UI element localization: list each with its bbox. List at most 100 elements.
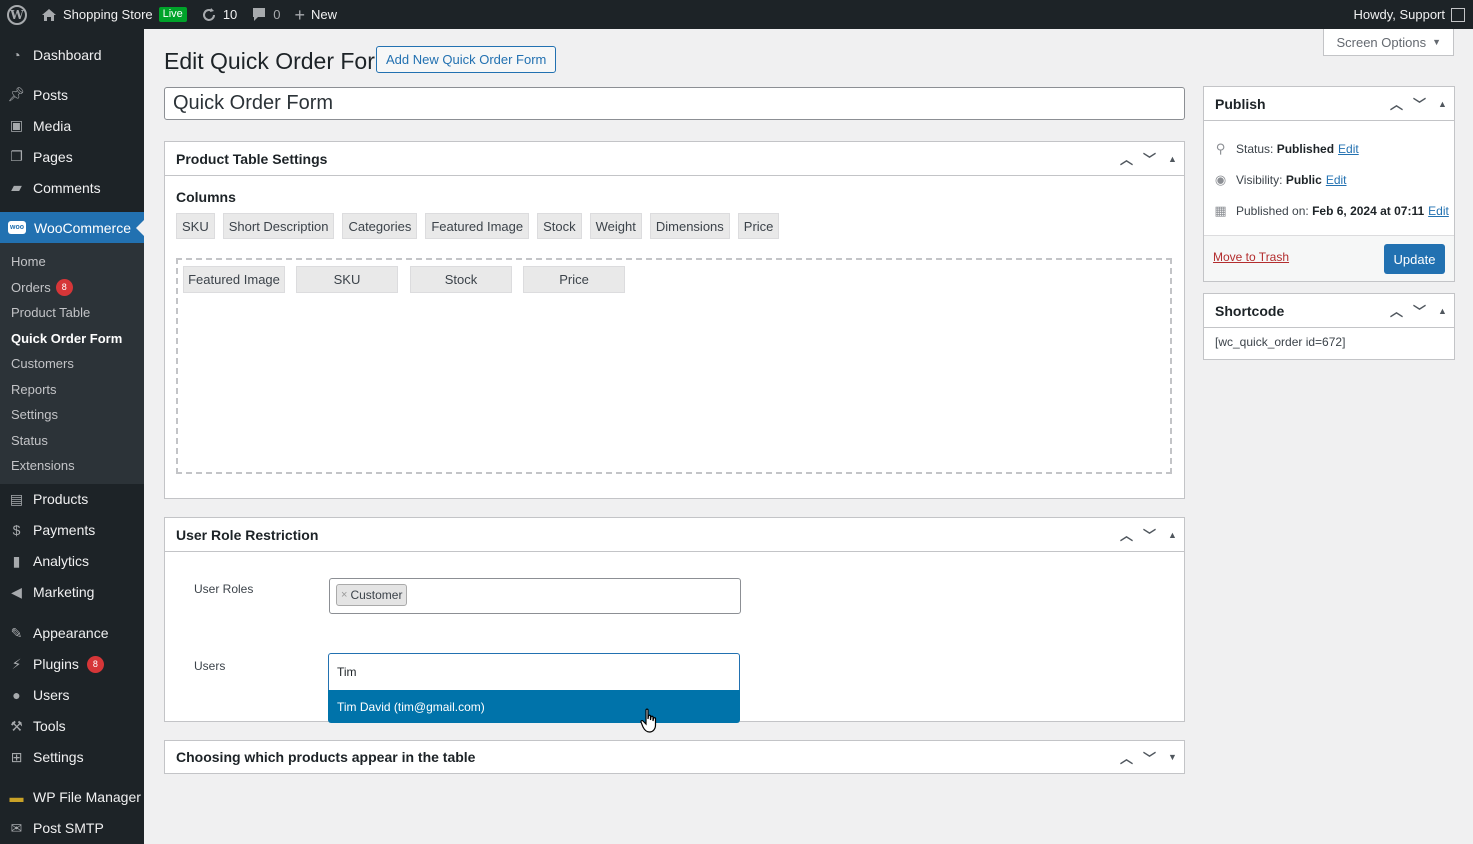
- caret-down-icon: ▼: [1432, 37, 1441, 47]
- user-roles-select[interactable]: × Customer: [329, 578, 741, 614]
- submenu-label: Customers: [11, 356, 74, 372]
- my-account-menu[interactable]: Howdy, Support: [1353, 7, 1473, 22]
- menu-label: Settings: [33, 749, 84, 765]
- howdy-text: Howdy, Support: [1353, 7, 1445, 22]
- menu-dashboard[interactable]: ◔ Dashboard: [0, 39, 144, 70]
- users-search-result[interactable]: Tim David (tim@gmail.com): [328, 690, 740, 723]
- selected-column-chip[interactable]: Featured Image: [183, 266, 285, 293]
- menu-analytics[interactable]: ▮ Analytics: [0, 546, 144, 577]
- menu-media[interactable]: ▣ Media: [0, 110, 144, 141]
- published-on-text: Published on: Feb 6, 2024 at 07:11: [1236, 204, 1424, 218]
- wordpress-logo-menu[interactable]: W: [0, 0, 34, 29]
- menu-label: Plugins: [33, 656, 79, 672]
- publish-actions: Move to Trash Update: [1204, 235, 1454, 281]
- postbox-header: User Role Restriction ︿ ﹀ ▲: [165, 518, 1184, 552]
- postbox-title: Shortcode: [1215, 302, 1285, 319]
- submenu-product-table[interactable]: Product Table: [0, 300, 144, 326]
- menu-wp-file-manager[interactable]: ▬ WP File Manager: [0, 782, 144, 813]
- column-chip[interactable]: Weight: [589, 213, 642, 239]
- collapse-toggle-icon[interactable]: ▲: [1435, 306, 1450, 316]
- submenu-status[interactable]: Status: [0, 428, 144, 454]
- column-chip[interactable]: SKU: [176, 213, 215, 239]
- menu-pages[interactable]: ❐ Pages: [0, 141, 144, 172]
- submenu-label: Product Table: [11, 305, 91, 321]
- menu-tools[interactable]: ⚒︎ Tools: [0, 711, 144, 742]
- refresh-icon: [202, 7, 215, 21]
- column-chip[interactable]: Short Description: [222, 213, 335, 239]
- move-up-icon[interactable]: ︿: [1119, 748, 1134, 767]
- move-to-trash-link[interactable]: Move to Trash: [1213, 250, 1289, 264]
- move-up-icon[interactable]: ︿: [1119, 525, 1134, 544]
- home-icon: [42, 8, 56, 21]
- column-chip[interactable]: Stock: [537, 213, 582, 239]
- hand-cursor-icon: [640, 708, 657, 733]
- submenu-quick-order-form[interactable]: Quick Order Form: [0, 326, 144, 352]
- move-up-icon[interactable]: ︿: [1389, 94, 1404, 113]
- menu-payments[interactable]: $ Payments: [0, 515, 144, 546]
- submenu-orders[interactable]: Orders 8: [0, 275, 144, 301]
- update-button[interactable]: Update: [1384, 244, 1445, 274]
- column-chip[interactable]: Categories: [342, 213, 418, 239]
- shortcode-value[interactable]: [wc_quick_order id=672]: [1215, 335, 1345, 349]
- collapse-toggle-icon[interactable]: ▲: [1165, 154, 1180, 164]
- postbox-title: Publish: [1215, 95, 1266, 112]
- add-new-quick-order-form-button[interactable]: Add New Quick Order Form: [376, 46, 557, 73]
- move-down-icon[interactable]: ﹀: [1142, 748, 1157, 767]
- comments-menu[interactable]: 0: [244, 0, 287, 29]
- menu-plugins[interactable]: ⚡︎ Plugins 8: [0, 649, 144, 680]
- menu-settings[interactable]: ⊞ Settings: [0, 742, 144, 773]
- menu-posts[interactable]: 📌︎ Posts: [0, 79, 144, 110]
- menu-comments[interactable]: ▰ Comments: [0, 172, 144, 203]
- menu-label: Comments: [33, 179, 101, 196]
- menu-label: Users: [33, 687, 70, 703]
- menu-appearance[interactable]: ✎ Appearance: [0, 618, 144, 649]
- submenu-extensions[interactable]: Extensions: [0, 453, 144, 479]
- move-up-icon[interactable]: ︿: [1389, 301, 1404, 320]
- menu-marketing[interactable]: ◀ Marketing: [0, 577, 144, 608]
- collapse-toggle-icon[interactable]: ▲: [1165, 530, 1180, 540]
- column-chip[interactable]: Price: [737, 213, 780, 239]
- updates-count: 10: [222, 7, 238, 22]
- edit-status-link[interactable]: Edit: [1338, 142, 1359, 156]
- column-chip[interactable]: Featured Image: [425, 213, 530, 239]
- menu-users[interactable]: ● Users: [0, 680, 144, 711]
- selected-column-chip[interactable]: SKU: [296, 266, 398, 293]
- post-title-input[interactable]: Quick Order Form: [164, 87, 1185, 120]
- submenu-settings[interactable]: Settings: [0, 402, 144, 428]
- plugin-icon: ⚡︎: [11, 655, 22, 672]
- submenu-customers[interactable]: Customers: [0, 351, 144, 377]
- orders-count-badge: 8: [55, 278, 73, 296]
- expand-toggle-icon[interactable]: ▼: [1165, 752, 1180, 762]
- screen-options-button[interactable]: Screen Options ▼: [1323, 29, 1454, 56]
- publish-box: Publish ︿ ﹀ ▲ ⚲ Status: Published Edit ◉…: [1203, 86, 1455, 282]
- site-name-menu[interactable]: Shopping Store Live: [34, 0, 194, 29]
- move-down-icon[interactable]: ﹀: [1412, 301, 1427, 320]
- edit-visibility-link[interactable]: Edit: [1326, 173, 1347, 187]
- wordpress-icon: W: [7, 4, 27, 25]
- submenu-label: Home: [11, 254, 46, 270]
- users-search-input[interactable]: Tim: [328, 653, 740, 690]
- submenu-home[interactable]: Home: [0, 249, 144, 275]
- menu-label: Tools: [33, 718, 66, 734]
- menu-post-smtp[interactable]: ✉ Post SMTP: [0, 813, 144, 844]
- handle-actions: ︿ ﹀ ▲: [1119, 142, 1180, 175]
- move-up-icon[interactable]: ︿: [1119, 149, 1134, 168]
- selected-columns-dropzone[interactable]: Featured Image SKU Stock Price: [176, 258, 1172, 474]
- users-label: Users: [194, 659, 226, 673]
- menu-woocommerce[interactable]: woo WooCommerce: [0, 212, 144, 243]
- menu-products[interactable]: ▤ Products: [0, 484, 144, 515]
- new-content-menu[interactable]: + New: [288, 0, 345, 29]
- submenu-reports[interactable]: Reports: [0, 377, 144, 403]
- collapse-toggle-icon[interactable]: ▲: [1435, 99, 1450, 109]
- move-down-icon[interactable]: ﹀: [1142, 525, 1157, 544]
- visibility-label: Visibility:: [1236, 173, 1283, 187]
- move-down-icon[interactable]: ﹀: [1412, 94, 1427, 113]
- column-chip[interactable]: Dimensions: [649, 213, 730, 239]
- selected-column-chip[interactable]: Stock: [410, 266, 512, 293]
- edit-date-link[interactable]: Edit: [1428, 204, 1449, 218]
- remove-token-icon[interactable]: ×: [341, 589, 347, 601]
- selected-column-chip[interactable]: Price: [523, 266, 625, 293]
- postbox-header[interactable]: Choosing which products appear in the ta…: [165, 741, 1184, 773]
- move-down-icon[interactable]: ﹀: [1142, 149, 1157, 168]
- updates-menu[interactable]: 10: [194, 0, 244, 29]
